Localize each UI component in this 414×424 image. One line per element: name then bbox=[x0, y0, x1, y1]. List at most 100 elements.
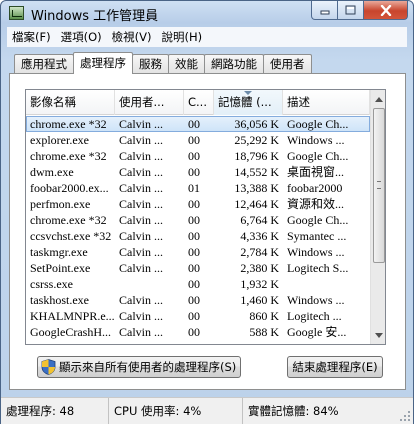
process-memory: 4,336 K bbox=[240, 229, 279, 243]
tab-services[interactable]: 服務 bbox=[132, 54, 169, 74]
process-description: Windows ... bbox=[287, 245, 345, 259]
menu-help[interactable]: 說明(H) bbox=[156, 27, 207, 47]
end-process-label: 結束處理程序(E) bbox=[292, 360, 378, 374]
process-memory: 13,388 K bbox=[234, 181, 279, 195]
process-cpu: 00 bbox=[188, 245, 200, 259]
process-image-name: foobar2000.ex... bbox=[30, 181, 109, 195]
process-row[interactable]: chrome.exe *32 Calvin ... 00 6,764 K Google … bbox=[26, 212, 370, 228]
column-header-user[interactable]: 使用者... bbox=[115, 90, 184, 115]
window-title: Windows 工作管理員 bbox=[31, 9, 159, 24]
process-row[interactable]: usb3mon.exeCalvin ...00524 KUSB 3.0 ... bbox=[26, 340, 370, 344]
process-row[interactable]: taskmgr.exe Calvin ... 00 2,784 K Windows ..… bbox=[26, 244, 370, 260]
vertical-scrollbar[interactable] bbox=[370, 90, 385, 344]
process-description: Logitech ... bbox=[287, 309, 342, 323]
process-cpu: 00 bbox=[188, 325, 200, 339]
process-cpu: 01 bbox=[188, 181, 200, 195]
process-user: Calvin ... bbox=[115, 340, 184, 344]
process-user: Calvin ... bbox=[119, 197, 163, 211]
end-process-button[interactable]: 結束處理程序(E) bbox=[287, 356, 383, 378]
show-all-users-processes-button[interactable]: 顯示來自所有使用者的處理程序(S) bbox=[37, 356, 241, 378]
process-memory: 18,796 K bbox=[234, 149, 279, 163]
process-cpu: 00 bbox=[188, 197, 200, 211]
process-user: Calvin ... bbox=[119, 133, 163, 147]
process-cpu: 00 bbox=[188, 213, 200, 227]
process-row[interactable]: GoogleCrashH... Calvin ... 00 588 K Google 安… bbox=[26, 324, 370, 340]
column-header-image-name[interactable]: 影像名稱 bbox=[26, 90, 115, 115]
tab-applications[interactable]: 應用程式 bbox=[14, 54, 74, 74]
process-image-name: explorer.exe bbox=[30, 133, 89, 147]
process-description: Google Ch... bbox=[287, 213, 349, 227]
process-row[interactable]: csrss.exe 00 1,932 K bbox=[26, 276, 370, 292]
process-description: Windows ... bbox=[287, 133, 345, 147]
process-row[interactable]: ccsvchst.exe *32 Calvin ... 00 4,336 K Syman… bbox=[26, 228, 370, 244]
tab-strip: 應用程式 處理程序 服務 效能 網路功能 使用者 bbox=[14, 52, 312, 74]
scrollbar-thumb[interactable] bbox=[373, 108, 385, 263]
process-image-name: chrome.exe *32 bbox=[30, 213, 107, 227]
process-description: Logitech S... bbox=[287, 261, 349, 275]
process-rows: chrome.exe *32 Calvin ... 00 36,056 K Google… bbox=[26, 116, 370, 344]
process-image-name: usb3mon.exe bbox=[26, 340, 115, 344]
task-manager-icon bbox=[9, 6, 24, 20]
menu-file[interactable]: 檔案(F) bbox=[7, 27, 56, 47]
process-user: Calvin ... bbox=[119, 181, 163, 195]
status-cpu-usage: CPU 使用率: 4% bbox=[109, 398, 243, 424]
chevron-up-icon bbox=[375, 96, 383, 102]
maximize-button[interactable] bbox=[338, 1, 364, 20]
process-cpu: 00 bbox=[188, 309, 200, 323]
process-user: Calvin ... bbox=[119, 261, 163, 275]
tab-users[interactable]: 使用者 bbox=[263, 54, 312, 74]
process-row[interactable]: SetPoint.exe Calvin ... 00 2,380 K Logitech … bbox=[26, 260, 370, 276]
show-all-users-processes-label: 顯示來自所有使用者的處理程序(S) bbox=[59, 360, 237, 374]
column-header-memory[interactable]: 記憶體 (... bbox=[214, 90, 283, 115]
caption-buttons bbox=[311, 1, 408, 20]
menu-options[interactable]: 選項(O) bbox=[56, 27, 107, 47]
process-image-name: dwm.exe bbox=[30, 165, 74, 179]
process-description bbox=[283, 276, 370, 292]
process-memory: 12,464 K bbox=[234, 197, 279, 211]
column-header-description[interactable]: 描述 bbox=[283, 90, 370, 115]
process-row[interactable]: chrome.exe *32 Calvin ... 00 18,796 K Google… bbox=[26, 148, 370, 164]
process-image-name: KHALMNPR.e... bbox=[30, 309, 115, 323]
process-image-name: csrss.exe bbox=[30, 277, 73, 291]
column-header-cpu[interactable]: C... bbox=[184, 90, 214, 115]
process-row[interactable]: foobar2000.ex... Calvin ... 01 13,388 K foob… bbox=[26, 180, 370, 196]
title-bar[interactable]: Windows 工作管理員 bbox=[1, 1, 413, 25]
process-image-name: taskmgr.exe bbox=[30, 245, 88, 259]
menu-view[interactable]: 檢視(V) bbox=[107, 27, 157, 47]
process-image-name: perfmon.exe bbox=[30, 197, 91, 211]
process-image-name: chrome.exe *32 bbox=[30, 117, 107, 131]
scroll-up-button[interactable] bbox=[372, 91, 385, 107]
process-row[interactable]: explorer.exe Calvin ... 00 25,292 K Windows … bbox=[26, 132, 370, 148]
process-row[interactable]: dwm.exe Calvin ... 00 14,552 K 桌面視窗... bbox=[26, 164, 370, 180]
process-memory: 36,056 K bbox=[234, 117, 279, 131]
process-cpu: 00 bbox=[188, 229, 200, 243]
uac-shield-icon bbox=[41, 359, 56, 375]
process-row[interactable]: KHALMNPR.e... Calvin ... 00 860 K Logitech .… bbox=[26, 308, 370, 324]
tab-processes[interactable]: 處理程序 bbox=[73, 52, 133, 74]
process-cpu: 00 bbox=[184, 340, 214, 344]
process-row[interactable]: perfmon.exe Calvin ... 00 12,464 K 資源和效... bbox=[26, 196, 370, 212]
process-description: Google Ch... bbox=[287, 149, 349, 163]
process-user: Calvin ... bbox=[119, 165, 163, 179]
scroll-down-button[interactable] bbox=[372, 327, 385, 343]
resize-grip-icon[interactable] bbox=[400, 411, 411, 422]
process-row[interactable]: taskhost.exe Calvin ... 00 1,460 K Windows .… bbox=[26, 292, 370, 308]
process-row[interactable]: chrome.exe *32 Calvin ... 00 36,056 K Google… bbox=[26, 116, 370, 132]
process-cpu: 00 bbox=[188, 277, 200, 291]
tab-networking[interactable]: 網路功能 bbox=[204, 54, 264, 74]
process-description: foobar2000 bbox=[287, 181, 343, 195]
process-memory: 1,932 K bbox=[240, 277, 279, 291]
process-image-name: ccsvchst.exe *32 bbox=[30, 229, 112, 243]
process-memory: 524 K bbox=[214, 340, 283, 344]
process-description: USB 3.0 ... bbox=[283, 340, 370, 344]
close-button[interactable] bbox=[364, 1, 408, 20]
minimize-button[interactable] bbox=[311, 1, 338, 20]
process-user: Calvin ... bbox=[119, 293, 163, 307]
tab-performance[interactable]: 效能 bbox=[168, 54, 205, 74]
process-user: Calvin ... bbox=[119, 325, 163, 339]
process-user: Calvin ... bbox=[119, 149, 163, 163]
process-cpu: 00 bbox=[188, 133, 200, 147]
process-memory: 25,292 K bbox=[234, 133, 279, 147]
process-cpu: 00 bbox=[188, 149, 200, 163]
process-memory: 2,380 K bbox=[240, 261, 279, 275]
